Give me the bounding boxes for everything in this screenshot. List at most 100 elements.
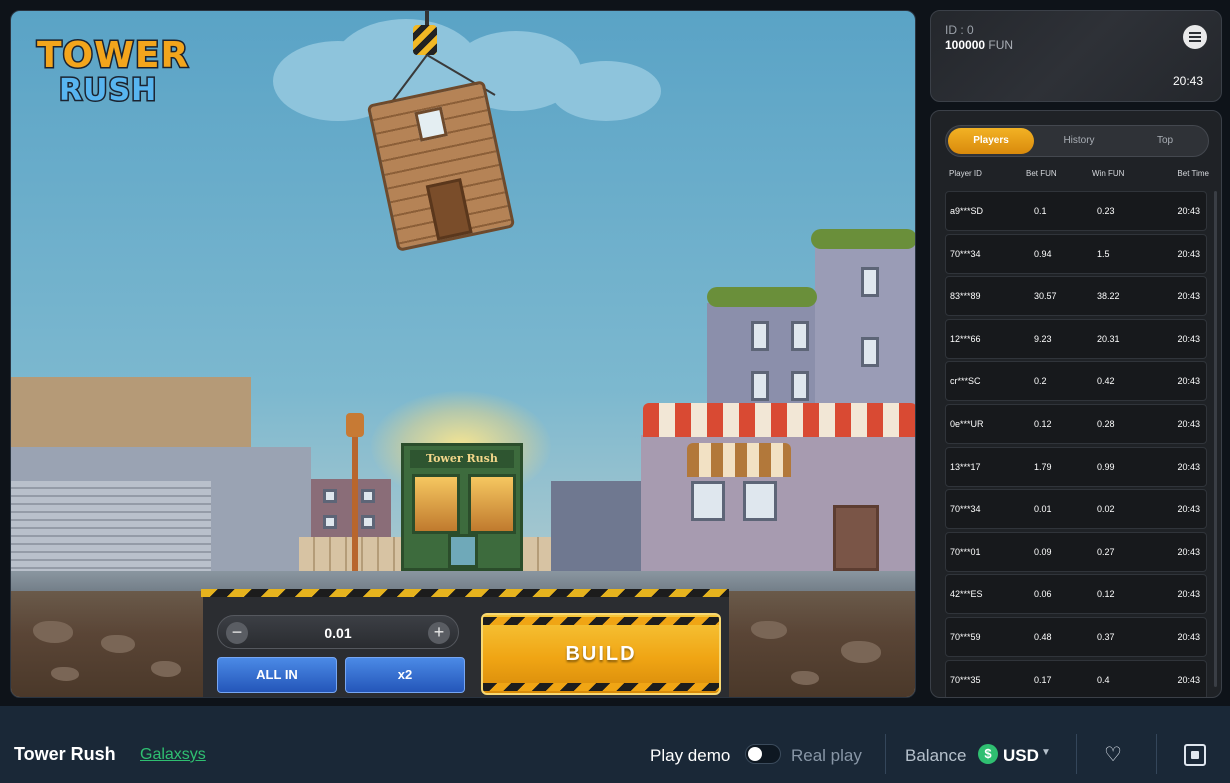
cell-win: 20.31 bbox=[1097, 333, 1120, 344]
window bbox=[791, 371, 809, 401]
stake-value[interactable]: 0.01 bbox=[248, 616, 428, 650]
column-player-id: Player ID bbox=[949, 169, 982, 178]
cell-player-id: 12***66 bbox=[950, 333, 981, 344]
cell-bet: 0.2 bbox=[1034, 376, 1047, 387]
column-bet: Bet FUN bbox=[1026, 169, 1057, 178]
balance-label: Balance bbox=[905, 746, 967, 765]
cell-player-id: 70***01 bbox=[950, 546, 981, 557]
player-id: ID : 0 bbox=[945, 23, 974, 37]
cell-win: 1.5 bbox=[1097, 248, 1110, 259]
column-bet-time: Bet Time bbox=[1177, 169, 1209, 178]
cell-win: 0.27 bbox=[1097, 546, 1115, 557]
shop-window bbox=[468, 474, 516, 534]
dollar-coin-icon: $ bbox=[978, 744, 998, 764]
game-logo: TOWER RUSH bbox=[31, 27, 189, 119]
cell-player-id: 42***ES bbox=[950, 589, 983, 600]
cell-player-id: 70***34 bbox=[950, 504, 981, 515]
heart-icon[interactable]: ♡ bbox=[1104, 742, 1122, 767]
double-stake-button[interactable]: x2 bbox=[345, 657, 465, 693]
divider bbox=[885, 734, 886, 774]
cell-player-id: 70***34 bbox=[950, 248, 981, 259]
cell-player-id: a9***SD bbox=[950, 206, 984, 216]
window bbox=[791, 321, 809, 351]
rooftop-plants bbox=[707, 287, 817, 307]
cell-bet: 0.12 bbox=[1034, 418, 1052, 429]
cell-bet-time: 20:43 bbox=[1177, 291, 1200, 302]
cabin-window bbox=[414, 106, 448, 142]
account-balance: 100000 FUN bbox=[945, 38, 1013, 52]
play-demo-label: Play demo bbox=[650, 746, 731, 765]
table-row: cr***SC 0.2 0.42 20:43 bbox=[945, 361, 1207, 402]
divider bbox=[1076, 734, 1077, 774]
cell-bet-time: 20:43 bbox=[1177, 333, 1200, 344]
cell-bet-time: 20:43 bbox=[1177, 461, 1200, 472]
window bbox=[691, 481, 725, 521]
tab-top[interactable]: Top bbox=[1122, 128, 1208, 154]
cell-player-id: cr***SC bbox=[950, 376, 981, 387]
increase-stake-button[interactable]: + bbox=[428, 622, 450, 644]
cloud bbox=[551, 61, 661, 121]
cell-player-id: 0e***UR bbox=[950, 418, 984, 429]
shop-door bbox=[833, 505, 879, 571]
bets-tabs: Players History Top bbox=[945, 125, 1209, 157]
tab-players[interactable]: Players bbox=[948, 128, 1034, 154]
all-in-button[interactable]: ALL IN bbox=[217, 657, 337, 693]
table-row: 70***35 0.17 0.4 20:43 bbox=[945, 659, 1207, 697]
street-lamp-post bbox=[352, 431, 358, 581]
cabin-door bbox=[425, 178, 473, 241]
small-awning bbox=[687, 443, 791, 477]
cell-win: 0.12 bbox=[1097, 589, 1115, 600]
warehouse-building bbox=[11, 377, 251, 457]
table-row: 83***89 30.57 38.22 20:43 bbox=[945, 276, 1207, 317]
bets-panel: Players History Top Player ID Bet FUN Wi… bbox=[930, 110, 1222, 698]
provider-link[interactable]: Galaxsys bbox=[140, 746, 206, 764]
shop-door bbox=[448, 534, 478, 568]
fullscreen-icon[interactable] bbox=[1184, 744, 1206, 766]
rock bbox=[791, 671, 819, 685]
logo-text-rush: RUSH bbox=[57, 72, 158, 110]
table-row: 70***34 0.94 1.5 20:43 bbox=[945, 233, 1207, 274]
shop-sign: Tower Rush bbox=[410, 450, 514, 468]
balance-amount: 100000 bbox=[945, 38, 986, 52]
rock bbox=[33, 621, 73, 643]
cell-bet: 30.57 bbox=[1034, 291, 1057, 302]
cell-win: 0.37 bbox=[1097, 631, 1115, 642]
cell-bet: 0.94 bbox=[1034, 248, 1052, 259]
account-panel: ID : 0 100000 FUN 20:43 bbox=[930, 10, 1222, 102]
cell-win: 0.4 bbox=[1097, 674, 1110, 685]
tab-history[interactable]: History bbox=[1036, 128, 1122, 154]
tower-rush-shop: Tower Rush bbox=[401, 443, 523, 571]
table-row: 70***34 0.01 0.02 20:43 bbox=[945, 489, 1207, 530]
window bbox=[751, 321, 769, 351]
window bbox=[323, 515, 337, 529]
cell-bet-time: 20:43 bbox=[1177, 206, 1200, 216]
currency-selector[interactable]: USD bbox=[1003, 746, 1039, 766]
menu-icon[interactable] bbox=[1183, 25, 1207, 49]
cell-bet-time: 20:43 bbox=[1177, 376, 1200, 387]
build-button[interactable]: BUILD bbox=[481, 613, 721, 695]
build-button-label: BUILD bbox=[565, 643, 637, 665]
table-header: Player ID Bet FUN Win FUN Bet Time bbox=[945, 169, 1209, 183]
cell-bet: 9.23 bbox=[1034, 333, 1052, 344]
cell-win: 0.42 bbox=[1097, 376, 1115, 387]
game-viewport[interactable]: Tower Rush TOWER RUSH − 0.01 + ALL IN x2… bbox=[10, 10, 916, 698]
scrollbar[interactable] bbox=[1214, 191, 1217, 687]
cell-bet: 0.48 bbox=[1034, 631, 1052, 642]
cell-bet-time: 20:43 bbox=[1177, 546, 1200, 557]
cell-bet: 0.1 bbox=[1034, 206, 1047, 216]
chevron-down-icon[interactable]: ▼ bbox=[1041, 747, 1051, 758]
cell-player-id: 70***59 bbox=[950, 631, 981, 642]
app-root: Tower Rush TOWER RUSH − 0.01 + ALL IN x2… bbox=[0, 0, 1230, 783]
bet-controls: − 0.01 + ALL IN x2 BUILD bbox=[203, 597, 729, 697]
rooftop-plants bbox=[811, 229, 915, 249]
cell-bet-time: 20:43 bbox=[1177, 504, 1200, 515]
cell-bet: 0.17 bbox=[1034, 674, 1052, 685]
game-title: Tower Rush bbox=[14, 744, 116, 764]
decrease-stake-button[interactable]: − bbox=[226, 622, 248, 644]
cell-player-id: 70***35 bbox=[950, 674, 981, 685]
divider bbox=[1156, 734, 1157, 774]
stake-stepper[interactable]: − 0.01 + bbox=[217, 615, 459, 649]
shop-window bbox=[412, 474, 460, 534]
cell-bet-time: 20:43 bbox=[1177, 631, 1200, 642]
play-mode-toggle[interactable] bbox=[745, 744, 781, 764]
